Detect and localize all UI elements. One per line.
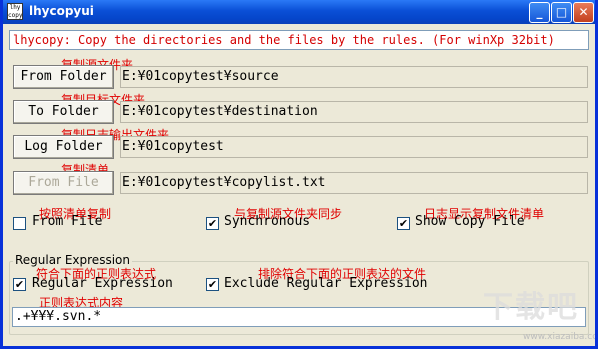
minimize-button[interactable]: _ (529, 2, 550, 23)
from-file-checkbox[interactable] (13, 217, 26, 230)
description-box: lhycopy: Copy the directories and the fi… (9, 30, 589, 50)
from-folder-path[interactable]: E:¥01copytest¥source (120, 66, 588, 88)
from-file-checkbox-label[interactable]: From File (32, 214, 102, 229)
close-button[interactable]: ✕ (573, 2, 594, 23)
to-folder-button[interactable]: To Folder (13, 100, 114, 124)
show-copy-file-checkbox[interactable]: ✔ (397, 217, 410, 230)
synchronous-checkbox[interactable]: ✔ (206, 217, 219, 230)
synchronous-checkbox-label[interactable]: Synchronous (224, 214, 310, 229)
title-bar[interactable]: lhy copy lhycopyui _ □ ✕ (3, 0, 595, 24)
app-window: lhy copy lhycopyui _ □ ✕ lhycopy: Copy t… (0, 0, 598, 349)
exclude-regex-checkbox-label[interactable]: Exclude Regular Expression (224, 276, 428, 291)
exclude-regex-checkbox[interactable]: ✔ (206, 278, 219, 291)
to-folder-path[interactable]: E:¥01copytest¥destination (120, 101, 588, 123)
regex-checkbox-label[interactable]: Regular Expression (32, 276, 173, 291)
watermark-url: www.xiazaiba.com (523, 332, 598, 342)
from-folder-button[interactable]: From Folder (13, 65, 114, 89)
description-text: lhycopy: Copy the directories and the fi… (13, 33, 555, 47)
watermark-logo: 下载吧 (483, 290, 579, 325)
log-folder-path[interactable]: E:¥01copytest (120, 136, 588, 158)
show-copy-file-checkbox-label[interactable]: Show Copy File (415, 214, 525, 229)
from-file-path[interactable]: E:¥01copytest¥copylist.txt (120, 172, 588, 194)
log-folder-button[interactable]: Log Folder (13, 135, 114, 159)
regex-checkbox[interactable]: ✔ (13, 278, 26, 291)
window-title: lhycopyui (29, 4, 94, 18)
app-icon: lhy copy (7, 3, 23, 20)
from-file-button[interactable]: From File (13, 171, 114, 195)
maximize-button[interactable]: □ (551, 2, 572, 23)
